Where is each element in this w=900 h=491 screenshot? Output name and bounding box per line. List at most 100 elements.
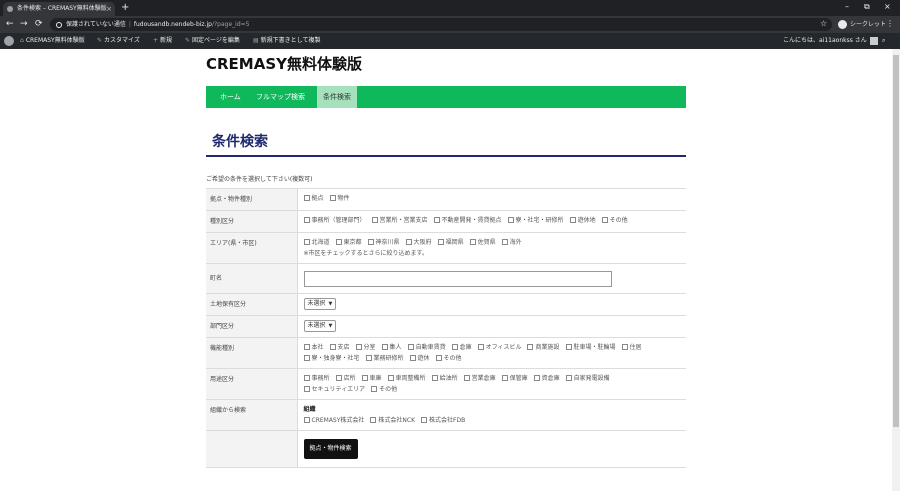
- checkbox[interactable]: [507, 217, 514, 223]
- usage-option[interactable]: 保管庫: [501, 373, 528, 384]
- adminbar-save-draft[interactable]: ▤ 新規下書きとして複製: [253, 33, 321, 49]
- area-option[interactable]: 佐賀県: [469, 237, 496, 248]
- checkbox[interactable]: [303, 386, 310, 392]
- function-option[interactable]: オフィスビル: [477, 342, 521, 353]
- usage-option[interactable]: セキュリティエリア: [303, 384, 365, 395]
- site-title[interactable]: CREMASY無料体験版: [206, 53, 362, 74]
- function-option[interactable]: 本社: [303, 342, 324, 353]
- nav-full-map-search[interactable]: フルマップ検索: [250, 86, 311, 108]
- adminbar-account[interactable]: こんにちは、ai11aonkss さん: [783, 33, 878, 49]
- nav-condition-search[interactable]: 条件検索: [317, 86, 357, 108]
- checkbox[interactable]: [469, 239, 476, 245]
- browser-tab[interactable]: 条件検索 – CREMASY無料体験版 ×: [3, 2, 115, 16]
- shubetsu-option[interactable]: 遊休地: [569, 215, 596, 226]
- area-option[interactable]: 北海道: [303, 237, 330, 248]
- bookmark-star-icon[interactable]: ☆: [820, 19, 827, 28]
- function-option[interactable]: 分室: [355, 342, 376, 353]
- usage-option[interactable]: その他: [371, 384, 397, 395]
- shubetsu-option[interactable]: 事務所（管理部門）: [303, 215, 366, 226]
- checkbox[interactable]: [303, 355, 310, 361]
- adminbar-new[interactable]: + 新規: [153, 33, 172, 49]
- shubetsu-option[interactable]: その他: [601, 215, 628, 226]
- shubetsu-option[interactable]: 寮・社宅・研修所: [507, 215, 564, 226]
- usage-option[interactable]: 自家発電設備: [565, 373, 610, 384]
- page-scrollbar[interactable]: [892, 49, 900, 491]
- function-option[interactable]: 寮・独身寮・社宅: [303, 353, 360, 364]
- department-select[interactable]: 未選択 ▼: [303, 320, 337, 332]
- org-option[interactable]: 株式会社FDB: [421, 415, 465, 426]
- usage-option[interactable]: 営業倉庫: [463, 373, 496, 384]
- checkbox[interactable]: [303, 195, 310, 201]
- checkbox[interactable]: [370, 417, 377, 423]
- checkbox[interactable]: [431, 375, 438, 381]
- area-option[interactable]: 東京都: [335, 237, 362, 248]
- checkbox[interactable]: [421, 417, 428, 423]
- checkbox[interactable]: [409, 355, 416, 361]
- checkbox[interactable]: [569, 217, 576, 223]
- function-option[interactable]: 自動車賃貸: [407, 342, 446, 353]
- function-option[interactable]: 住居: [621, 342, 642, 353]
- info-icon[interactable]: [56, 21, 62, 28]
- checkbox[interactable]: [501, 375, 508, 381]
- area-option[interactable]: 神奈川県: [367, 237, 400, 248]
- checkbox[interactable]: [407, 344, 414, 350]
- usage-option[interactable]: 車庫: [361, 373, 382, 384]
- checkbox[interactable]: [355, 344, 362, 350]
- checkbox[interactable]: [621, 344, 628, 350]
- checkbox[interactable]: [565, 375, 572, 381]
- area-option[interactable]: 大阪府: [405, 237, 432, 248]
- usage-option[interactable]: 事務所: [303, 373, 330, 384]
- checkbox[interactable]: [335, 375, 342, 381]
- area-option[interactable]: 海外: [501, 237, 522, 248]
- checkbox[interactable]: [303, 417, 310, 423]
- browser-menu-icon[interactable]: ⋮: [886, 19, 894, 28]
- nav-home[interactable]: ホーム: [214, 86, 247, 108]
- function-option[interactable]: 支店: [329, 342, 350, 353]
- usage-option[interactable]: 店所: [335, 373, 356, 384]
- address-bar[interactable]: 保護されていない通信 | fudousandb.nendeb-biz.jp/?pag…: [50, 18, 832, 31]
- usage-option[interactable]: 資倉庫: [533, 373, 560, 384]
- function-option[interactable]: 駐車場・駐輪場: [565, 342, 616, 353]
- shubetsu-option[interactable]: 営業所・営業支店: [371, 215, 428, 226]
- search-submit-button[interactable]: 拠点・物件検索: [303, 439, 358, 459]
- checkbox[interactable]: [365, 355, 372, 361]
- maximize-icon[interactable]: ⧉: [864, 2, 870, 12]
- checkbox[interactable]: [533, 375, 540, 381]
- adminbar-customize[interactable]: ✎ カスタマイズ: [97, 33, 140, 49]
- checkbox[interactable]: [329, 344, 336, 350]
- usage-option[interactable]: 車両整備所: [387, 373, 426, 384]
- minimize-icon[interactable]: –: [845, 2, 849, 12]
- window-close-icon[interactable]: ×: [884, 2, 891, 12]
- function-option[interactable]: その他: [435, 353, 462, 364]
- forward-icon[interactable]: →: [20, 18, 28, 30]
- land-ownership-select[interactable]: 未選択 ▼: [303, 298, 337, 310]
- adminbar-edit-page[interactable]: ✎ 固定ページを編集: [185, 33, 240, 49]
- checkbox[interactable]: [601, 217, 608, 223]
- function-option[interactable]: 商業施設: [527, 342, 560, 353]
- checkbox[interactable]: [329, 195, 336, 201]
- usage-option[interactable]: 給油所: [431, 373, 458, 384]
- reload-icon[interactable]: ⟳: [35, 18, 43, 30]
- tab-close-icon[interactable]: ×: [106, 2, 112, 16]
- function-option[interactable]: 集人: [381, 342, 402, 353]
- checkbox[interactable]: [371, 217, 378, 223]
- function-option[interactable]: 倉庫: [451, 342, 472, 353]
- org-option[interactable]: CREMASY株式会社: [303, 415, 364, 426]
- shubetsu-option[interactable]: 不動産開発・賃貸拠点: [433, 215, 502, 226]
- checkbox[interactable]: [433, 217, 440, 223]
- area-option[interactable]: 福岡県: [437, 237, 464, 248]
- scrollbar-thumb[interactable]: [893, 55, 899, 427]
- kyoten-option[interactable]: 拠点: [303, 193, 324, 204]
- checkbox[interactable]: [335, 239, 342, 245]
- checkbox[interactable]: [565, 344, 572, 350]
- adminbar-search-icon[interactable]: ⌕: [882, 33, 885, 49]
- function-option[interactable]: 業務研修所: [365, 353, 404, 364]
- checkbox[interactable]: [303, 239, 310, 245]
- checkbox[interactable]: [451, 344, 458, 350]
- new-tab-icon[interactable]: +: [121, 2, 129, 14]
- kyoten-option[interactable]: 物件: [329, 193, 350, 204]
- adminbar-site-name[interactable]: ⌂ CREMASY無料体験版: [20, 33, 85, 49]
- checkbox[interactable]: [303, 375, 310, 381]
- town-name-input[interactable]: [303, 271, 612, 287]
- function-option[interactable]: 遊休: [409, 353, 430, 364]
